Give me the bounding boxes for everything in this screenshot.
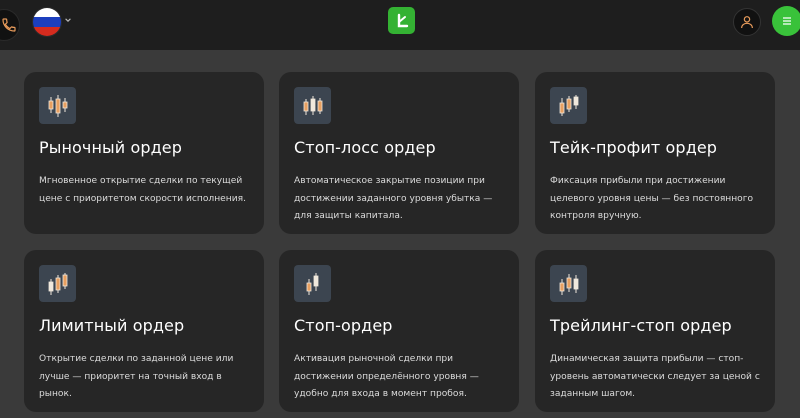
card-title: Стоп-лосс ордер	[294, 138, 436, 157]
app-logo-icon[interactable]	[388, 7, 415, 34]
candlestick-icon	[550, 87, 587, 124]
order-card-trailing-stop[interactable]: Трейлинг-стоп ордер Динамическая защита …	[535, 250, 775, 412]
card-title: Лимитный ордер	[39, 316, 185, 335]
candlestick-icon	[294, 265, 331, 302]
top-bar	[0, 0, 800, 50]
order-card-market[interactable]: Рыночный ордер Мгновенное открытие сделк…	[24, 72, 264, 234]
card-description: Мгновенное открытие сделки по текущей це…	[39, 176, 246, 204]
order-card-limit[interactable]: Лимитный ордер Открытие сделки по заданн…	[24, 250, 264, 412]
card-description: Активация рыночной сделки при достижении…	[294, 354, 479, 399]
menu-icon[interactable]	[772, 6, 800, 36]
flag-stripe-white	[33, 8, 61, 18]
card-description: Автоматическое закрытие позиции при дост…	[294, 176, 493, 221]
card-title: Рыночный ордер	[39, 138, 182, 157]
candlestick-icon	[39, 265, 76, 302]
card-title: Трейлинг-стоп ордер	[550, 316, 732, 335]
card-description: Фиксация прибыли при достижении целевого…	[550, 176, 754, 221]
card-description: Открытие сделки по заданной цене или луч…	[39, 354, 234, 399]
card-title: Стоп-ордер	[294, 316, 393, 335]
flag-stripe-blue	[33, 17, 61, 27]
candlestick-icon	[39, 87, 76, 124]
candlestick-icon	[294, 87, 331, 124]
flag-stripe-red	[33, 26, 61, 36]
candlestick-icon	[550, 265, 587, 302]
card-title: Тейк-профит ордер	[550, 138, 718, 157]
card-description: Динамическая защита прибыли — стоп-урове…	[550, 354, 760, 399]
order-card-stop-loss[interactable]: Стоп-лосс ордер Автоматическое закрытие …	[279, 72, 519, 234]
order-card-take-profit[interactable]: Тейк-профит ордер Фиксация прибыли при д…	[535, 72, 775, 234]
user-icon[interactable]	[733, 8, 761, 36]
order-card-stop[interactable]: Стоп-ордер Активация рыночной сделки при…	[279, 250, 519, 412]
chevron-down-icon[interactable]	[64, 16, 72, 24]
order-types-grid: Рыночный ордер Мгновенное открытие сделк…	[0, 50, 800, 418]
russia-flag-icon[interactable]	[32, 7, 62, 37]
phone-icon[interactable]	[0, 9, 20, 41]
